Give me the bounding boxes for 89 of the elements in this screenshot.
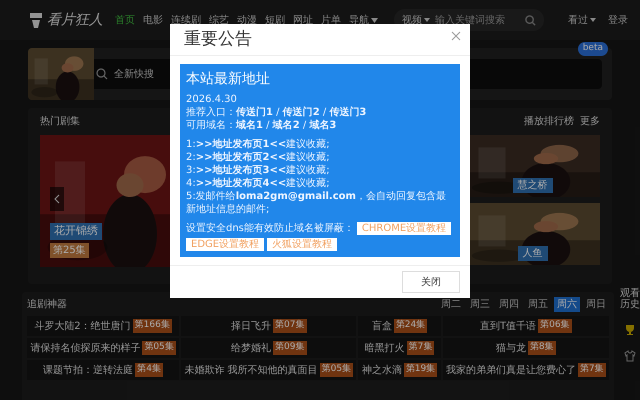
nav-link[interactable]: 网址 <box>293 12 313 28</box>
day-tab[interactable]: 周二 <box>438 297 464 312</box>
nav-link[interactable]: 片单 <box>321 12 341 28</box>
schedule-item[interactable]: 请保持名侦探原来的样子 第05集 <box>27 338 180 358</box>
dialog-title: 重要公告 <box>184 28 252 51</box>
schedule-item[interactable]: 直到T值千语 第06集 <box>442 316 609 336</box>
episode-tag: 第7集 <box>578 363 606 377</box>
dns-text: 设置安全dns能有效防止域名被屏蔽： <box>186 222 354 235</box>
schedule-item[interactable]: 未婚欺诈 我所不知他的真面目 第05集 <box>181 360 356 380</box>
login-link[interactable]: 登录 <box>608 12 628 28</box>
schedule-item[interactable]: 神之水滴 第19集 <box>358 360 441 380</box>
nav-link[interactable]: 连续剧 <box>171 12 201 28</box>
episode-tag: 第06集 <box>538 319 572 333</box>
episode-tag: 第166集 <box>132 319 172 333</box>
section-link[interactable]: 播放排行榜 <box>524 114 574 129</box>
day-tab[interactable]: 周三 <box>467 297 493 312</box>
show-name: 斗罗大陆2：绝世唐门 <box>34 320 131 334</box>
close-dialog-button[interactable]: 关闭 <box>402 271 460 293</box>
thumb-title: 人鱼 <box>518 246 548 261</box>
notice-date: 2026.4.30 <box>186 93 238 106</box>
thumb-title: 慧之桥 <box>512 178 552 193</box>
nav-link[interactable]: 电影 <box>143 12 163 28</box>
notice-item: 4:>>地址发布页4<<建议收藏; <box>186 177 331 190</box>
show-name: 给梦婚礼 <box>231 342 272 356</box>
nav-link[interactable]: 综艺 <box>209 12 229 28</box>
episode-tag: 第7集 <box>406 341 434 355</box>
notice-heading: 本站最新地址 <box>186 70 271 88</box>
search-placeholder: 全新快搜 <box>114 68 154 82</box>
notice-item: 1:>>地址发布页1<<建议收藏; <box>186 138 331 151</box>
episode-tag: 第8集 <box>528 341 556 355</box>
search-field[interactable]: 输入关键词搜索 <box>435 12 520 28</box>
notice-line: 可用域名：域名1 / 域名2 / 域名3 <box>186 119 338 132</box>
show-name: 直到T值千语 <box>480 320 536 334</box>
schedule-item[interactable]: 我家的弟弟们真是让您费心了 第7集 <box>442 360 609 380</box>
search-icon[interactable] <box>525 14 536 26</box>
scope-select[interactable]: 视频 <box>402 12 430 28</box>
episode-tag: 第19集 <box>404 363 438 377</box>
nav-link[interactable]: 短剧 <box>265 12 285 28</box>
notice-item: 2:>>地址发布页2<<建议收藏; <box>186 151 331 164</box>
nav-link[interactable]: 动漫 <box>237 12 257 28</box>
show-name: 猫与龙 <box>496 342 526 356</box>
show-name: 盲盒 <box>372 320 392 334</box>
close-button[interactable] <box>450 30 462 42</box>
show-name: 请保持名侦探原来的样子 <box>30 342 140 356</box>
trophy-icon[interactable] <box>624 324 636 336</box>
beta-badge: beta <box>578 42 608 56</box>
schedule-item[interactable]: 给梦婚礼 第09集 <box>181 338 356 358</box>
day-tab[interactable]: 周五 <box>525 297 551 312</box>
show-title: 花开锦绣 <box>50 223 102 240</box>
episode-tag: 第09集 <box>273 341 306 355</box>
shirt-icon[interactable] <box>624 350 636 362</box>
section-title: 追剧神器 <box>27 298 67 312</box>
episode-tag: 第4集 <box>135 363 163 377</box>
history-label[interactable]: 观看历史 <box>620 288 640 310</box>
site-logo[interactable]: 看片狂人 <box>47 10 103 30</box>
schedule-item[interactable]: 课题节拍：逆转法庭 第4集 <box>27 360 180 380</box>
episode-tag: 第05集 <box>142 341 176 355</box>
notice-item: 3:>>地址发布页3<<建议收藏; <box>186 164 331 177</box>
nav-link[interactable]: 首页 <box>115 12 135 28</box>
show-name: 择日飞升 <box>231 320 272 334</box>
day-tab[interactable]: 周日 <box>583 297 609 312</box>
notice-item: 5:发邮件给loma2gm@gmail.com，会自动回复包含最新地址信息的邮件; <box>186 190 447 216</box>
search-icon <box>96 68 108 80</box>
nav-link[interactable]: 导航 <box>349 12 378 28</box>
section-title: 热门剧集 <box>40 114 80 129</box>
schedule-item[interactable]: 盲盒 第24集 <box>358 316 441 336</box>
schedule-item[interactable]: 猫与龙 第8集 <box>442 338 609 358</box>
show-name: 未婚欺诈 我所不知他的真面目 <box>184 364 318 378</box>
chevron-left-icon <box>54 194 60 204</box>
close-icon <box>450 30 462 42</box>
show-name: 我家的弟弟们真是让您费心了 <box>446 364 576 378</box>
show-name: 神之水滴 <box>362 364 402 378</box>
episode-tag: 第05集 <box>320 363 354 377</box>
caret-icon <box>424 18 430 22</box>
episode-tag: 第24集 <box>394 319 428 333</box>
day-tab[interactable]: 周四 <box>496 297 522 312</box>
logo-icon <box>28 11 44 29</box>
show-name: 暗黑打火 <box>364 342 405 356</box>
caret-icon <box>590 18 596 22</box>
history-link[interactable]: 看过 <box>568 12 596 28</box>
day-tab[interactable]: 周六 <box>554 297 580 312</box>
schedule-item[interactable]: 斗罗大陆2：绝世唐门 第166集 <box>27 316 180 336</box>
section-link[interactable]: 更多 <box>580 114 600 129</box>
notice-line: 推荐入口：传送门1 / 传送门2 / 传送门3 <box>186 106 368 119</box>
episode-tag: 第07集 <box>273 319 306 333</box>
schedule-item[interactable]: 暗黑打火 第7集 <box>358 338 441 358</box>
show-name: 课题节拍：逆转法庭 <box>43 364 134 378</box>
episode-tag: 第25集 <box>50 243 89 258</box>
schedule-item[interactable]: 择日飞升 第07集 <box>181 316 356 336</box>
